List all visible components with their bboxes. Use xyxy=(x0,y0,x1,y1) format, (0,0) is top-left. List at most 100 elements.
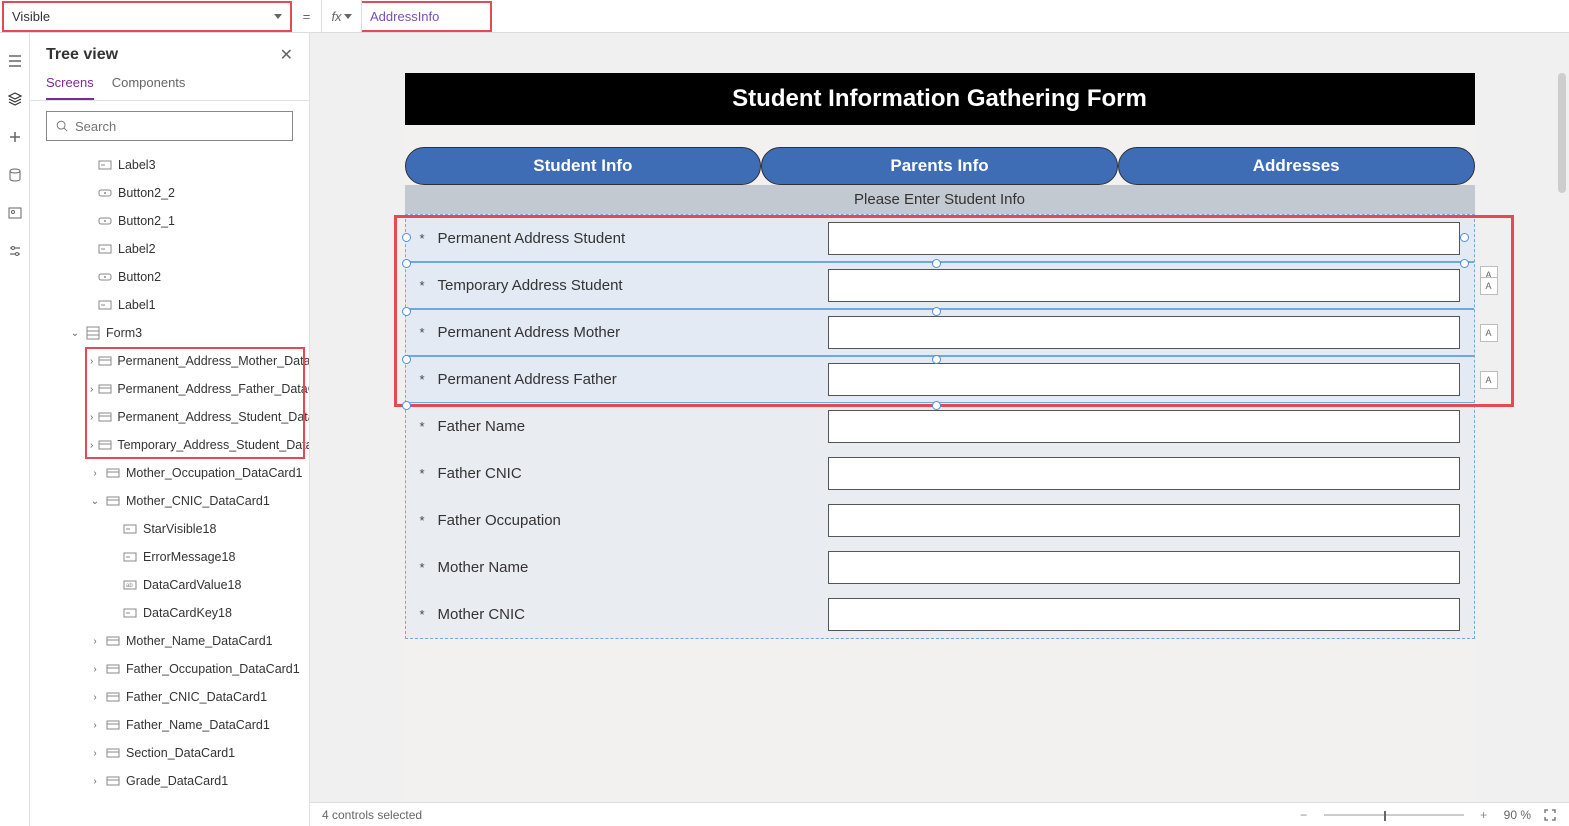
selection-handle[interactable] xyxy=(402,233,411,242)
tree-item-card-perm-student[interactable]: ›Permanent_Address_Student_DataCard··· xyxy=(30,403,309,431)
tree-tabs: Screens Components xyxy=(30,69,309,101)
tree-item-label3[interactable]: Label3 xyxy=(30,151,309,179)
tree-item-form3[interactable]: ⌄Form3 xyxy=(30,319,309,347)
tree-item-card-section[interactable]: ›Section_DataCard1 xyxy=(30,739,309,767)
annotation-box: A xyxy=(1480,371,1498,389)
tree-item-card-mother-name[interactable]: ›Mother_Name_DataCard1 xyxy=(30,627,309,655)
tree-item-card-temp-student[interactable]: ›Temporary_Address_Student_DataCard··· xyxy=(30,431,309,459)
search-field[interactable] xyxy=(75,119,284,134)
zoom-out-button[interactable]: − xyxy=(1296,808,1312,822)
required-asterisk: * xyxy=(420,419,438,434)
row-father-cnic[interactable]: * Father CNIC xyxy=(406,450,1474,497)
field-label: Permanent Address Father xyxy=(438,371,828,388)
field-input-perm-addr-student[interactable] xyxy=(828,222,1460,255)
tab-components[interactable]: Components xyxy=(112,75,186,100)
layers-icon[interactable] xyxy=(7,91,23,107)
tree-item-card-perm-father[interactable]: ›Permanent_Address_Father_DataCard1··· xyxy=(30,375,309,403)
row-mother-name[interactable]: * Mother Name xyxy=(406,544,1474,591)
tree-item-datacardvalue18[interactable]: abDataCardValue18 xyxy=(30,571,309,599)
row-father-occ[interactable]: * Father Occupation xyxy=(406,497,1474,544)
required-asterisk: * xyxy=(420,607,438,622)
row-perm-addr-student[interactable]: * Permanent Address Student A xyxy=(406,215,1474,262)
tree-scroll[interactable]: Label3 Button2_2 Button2_1 Label2 Button… xyxy=(30,151,309,826)
selection-handle[interactable] xyxy=(402,355,411,364)
field-input-perm-addr-mother[interactable] xyxy=(828,316,1460,349)
zoom-slider[interactable] xyxy=(1324,814,1464,816)
row-perm-addr-mother[interactable]: * Permanent Address Mother A xyxy=(406,309,1474,356)
settings-icon[interactable] xyxy=(7,243,23,259)
tab-parents-info[interactable]: Parents Info xyxy=(761,147,1118,185)
field-input-mother-cnic[interactable] xyxy=(828,598,1460,631)
tree-item-button2[interactable]: Button2 xyxy=(30,263,309,291)
close-icon[interactable]: ✕ xyxy=(280,45,293,65)
row-temp-addr-student[interactable]: * Temporary Address Student A xyxy=(406,262,1474,309)
tree-item-card-father-name[interactable]: ›Father_Name_DataCard1 xyxy=(30,711,309,739)
device-frame[interactable]: Student Information Gathering Form Stude… xyxy=(405,73,1475,802)
selection-handle[interactable] xyxy=(402,307,411,316)
left-rail xyxy=(0,33,30,826)
field-input-father-name[interactable] xyxy=(828,410,1460,443)
selection-handle[interactable] xyxy=(932,307,941,316)
field-input-father-cnic[interactable] xyxy=(828,457,1460,490)
status-bar: 4 controls selected − + 90 % xyxy=(310,802,1569,826)
tree-view-panel: Tree view ✕ Screens Components Label3 Bu… xyxy=(30,33,310,826)
tree-item-errormessage18[interactable]: ErrorMessage18 xyxy=(30,543,309,571)
tree-item-card-mother-occ[interactable]: ›Mother_Occupation_DataCard1 xyxy=(30,459,309,487)
tree-view-title: Tree view xyxy=(46,46,118,64)
tree-item-label2[interactable]: Label2 xyxy=(30,235,309,263)
tree-item-label1[interactable]: Label1 xyxy=(30,291,309,319)
selection-handle[interactable] xyxy=(402,259,411,268)
property-dropdown[interactable]: Visible xyxy=(2,1,292,32)
tab-addresses[interactable]: Addresses xyxy=(1118,147,1475,185)
property-dropdown-value: Visible xyxy=(12,9,50,24)
zoom-slider-thumb[interactable] xyxy=(1384,811,1386,821)
tab-screens[interactable]: Screens xyxy=(46,75,94,100)
field-input-mother-name[interactable] xyxy=(828,551,1460,584)
hamburger-icon[interactable] xyxy=(7,53,23,69)
svg-text:ab: ab xyxy=(126,583,133,589)
row-father-name[interactable]: * Father Name xyxy=(406,403,1474,450)
tab-student-info[interactable]: Student Info xyxy=(405,147,762,185)
tree-item-datacardkey18[interactable]: DataCardKey18 xyxy=(30,599,309,627)
field-label: Father CNIC xyxy=(438,465,828,482)
row-mother-cnic[interactable]: * Mother CNIC xyxy=(406,591,1474,638)
required-asterisk: * xyxy=(420,278,438,293)
media-icon[interactable] xyxy=(7,205,23,221)
app-title: Student Information Gathering Form xyxy=(405,73,1475,125)
fx-button[interactable]: fx xyxy=(322,0,362,32)
selection-handle[interactable] xyxy=(932,259,941,268)
data-icon[interactable] xyxy=(7,167,23,183)
tree-item-card-perm-mother[interactable]: ›Permanent_Address_Mother_DataCard··· xyxy=(30,347,309,375)
selection-handle[interactable] xyxy=(1460,233,1469,242)
tree-item-starvisible18[interactable]: StarVisible18 xyxy=(30,515,309,543)
zoom-in-button[interactable]: + xyxy=(1476,808,1492,822)
tree-item-card-father-occ[interactable]: ›Father_Occupation_DataCard1 xyxy=(30,655,309,683)
field-input-perm-addr-father[interactable] xyxy=(828,363,1460,396)
required-asterisk: * xyxy=(420,372,438,387)
formula-input[interactable]: AddressInfo xyxy=(362,1,492,32)
form-subtitle: Please Enter Student Info xyxy=(405,185,1475,214)
field-input-father-occ[interactable] xyxy=(828,504,1460,537)
tree-item-button2-1[interactable]: Button2_1 xyxy=(30,207,309,235)
field-label: Father Name xyxy=(438,418,828,435)
tree-item-card-mother-cnic[interactable]: ⌄Mother_CNIC_DataCard1 xyxy=(30,487,309,515)
row-perm-addr-father[interactable]: * Permanent Address Father A xyxy=(406,356,1474,403)
canvas-area: Student Information Gathering Form Stude… xyxy=(310,33,1569,826)
tree-item-button2-2[interactable]: Button2_2 xyxy=(30,179,309,207)
formula-text: AddressInfo xyxy=(370,9,439,24)
tree-item-card-grade[interactable]: ›Grade_DataCard1 xyxy=(30,767,309,795)
required-asterisk: * xyxy=(420,325,438,340)
selection-handle[interactable] xyxy=(1460,259,1469,268)
field-label: Permanent Address Mother xyxy=(438,324,828,341)
fullscreen-icon[interactable] xyxy=(1543,808,1557,822)
selection-handle[interactable] xyxy=(932,355,941,364)
plus-icon[interactable] xyxy=(7,129,23,145)
search-input[interactable] xyxy=(46,111,293,141)
annotation-box: A xyxy=(1480,277,1498,295)
field-input-temp-addr-student[interactable] xyxy=(828,269,1460,302)
field-label: Temporary Address Student xyxy=(438,277,828,294)
field-label: Father Occupation xyxy=(438,512,828,529)
canvas-scrollbar[interactable] xyxy=(1555,33,1569,802)
field-label: Mother CNIC xyxy=(438,606,828,623)
tree-item-card-father-cnic[interactable]: ›Father_CNIC_DataCard1 xyxy=(30,683,309,711)
